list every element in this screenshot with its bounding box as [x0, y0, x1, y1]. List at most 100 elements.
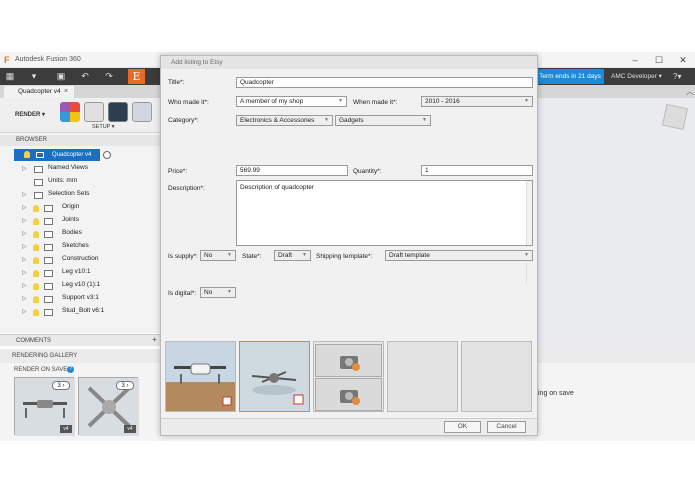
data-panel-grid-icon[interactable]: ▦: [4, 71, 16, 82]
visibility-bulb-icon[interactable]: [33, 283, 39, 290]
subcategory-select[interactable]: Gadgets ▼: [335, 115, 431, 126]
category-label: Category*:: [168, 117, 199, 124]
save-icon[interactable]: ▣: [55, 71, 67, 82]
file-menu-icon[interactable]: ▾: [28, 71, 40, 82]
category-select[interactable]: Electronics & Accessories ▼: [236, 115, 333, 126]
expand-arrow-icon[interactable]: ▷: [22, 241, 27, 254]
component-icon: [44, 270, 53, 277]
tree-item-label: Units: mm: [48, 177, 78, 184]
tree-item[interactable]: ▷ Leg v10:1: [0, 267, 160, 280]
empty-photo-slot[interactable]: [461, 341, 532, 412]
state-select[interactable]: Draft ▼: [274, 250, 311, 261]
price-label: Price*:: [168, 168, 188, 175]
appearance-icon[interactable]: [60, 102, 80, 122]
empty-photo-slot[interactable]: [387, 341, 458, 412]
description-textarea[interactable]: Description of quadcopter: [236, 180, 533, 246]
shipping-template-select[interactable]: Draft template ▼: [385, 250, 533, 261]
add-photo-from-computer-button[interactable]: [315, 344, 382, 377]
add-photo-from-gallery-button[interactable]: [315, 378, 382, 411]
add-comment-icon[interactable]: +: [152, 335, 157, 345]
info-icon[interactable]: ?: [67, 366, 74, 373]
drone-photo-image: [166, 342, 235, 411]
visibility-bulb-icon[interactable]: [33, 270, 39, 277]
visibility-bulb-icon[interactable]: [33, 309, 39, 316]
quantity-input[interactable]: 1: [421, 165, 533, 176]
visibility-bulb-icon[interactable]: [33, 231, 39, 238]
close-window-button[interactable]: ✕: [676, 54, 690, 66]
close-tab-icon[interactable]: ×: [64, 86, 68, 98]
visibility-bulb-icon[interactable]: [33, 296, 39, 303]
tree-item[interactable]: ▷ Construction: [0, 254, 160, 267]
supply-select[interactable]: No ▼: [200, 250, 236, 261]
activate-radio[interactable]: [103, 151, 111, 159]
expand-arrow-icon[interactable]: ▷: [22, 189, 27, 202]
price-input[interactable]: 569.99: [236, 165, 348, 176]
maximize-button[interactable]: ☐: [652, 54, 666, 66]
visibility-bulb-icon[interactable]: [24, 151, 30, 158]
tree-item[interactable]: ▷ Sketches: [0, 241, 160, 254]
expand-arrow-icon[interactable]: ▷: [22, 306, 27, 319]
user-menu[interactable]: AMC Developer ▾: [611, 69, 662, 84]
redo-icon[interactable]: ↷: [103, 71, 115, 82]
expand-arrow-icon[interactable]: ▷: [22, 280, 27, 293]
expand-arrow-icon[interactable]: ▷: [22, 267, 27, 280]
expand-arrow-icon[interactable]: ▷: [22, 202, 27, 215]
dialog-title: Add listing to Etsy: [161, 56, 537, 69]
tree-item[interactable]: ▷ Origin: [0, 202, 160, 215]
viewcube-icon[interactable]: [661, 103, 689, 131]
when-made-select[interactable]: 2010 - 2016 ▼: [421, 96, 533, 107]
chevron-up-icon[interactable]: ︿: [686, 86, 694, 97]
browser-header[interactable]: BROWSER: [0, 135, 160, 146]
tree-item[interactable]: ▷ Leg v10 (1):1: [0, 280, 160, 293]
chevron-down-icon: ▼: [324, 117, 329, 123]
tree-item[interactable]: ▷ Bodies: [0, 228, 160, 241]
tree-item[interactable]: ▷ Support v3:1: [0, 293, 160, 306]
expand-arrow-icon[interactable]: ▷: [22, 293, 27, 306]
chevron-down-icon: ▼: [302, 252, 307, 258]
setup-menu[interactable]: SETUP ▾: [92, 124, 115, 130]
expand-arrow-icon[interactable]: ▷: [22, 163, 27, 176]
term-badge[interactable]: Term ends in 21 days: [536, 69, 604, 84]
tree-item[interactable]: Units: mm: [0, 176, 160, 189]
comments-panel-header[interactable]: COMMENTS: [0, 334, 160, 346]
expand-arrow-icon[interactable]: ▷: [22, 228, 27, 241]
minimize-button[interactable]: –: [628, 54, 642, 66]
tree-item[interactable]: ▷ Selection Sets: [0, 189, 160, 202]
folder-icon: [44, 244, 53, 251]
workspace-dropdown[interactable]: RENDER ▾: [8, 100, 52, 130]
category-value: Electronics & Accessories: [240, 117, 315, 124]
expand-arrow-icon[interactable]: ▷: [22, 254, 27, 267]
form-scrollbar[interactable]: [526, 262, 532, 284]
tree-item-label: Origin: [62, 203, 80, 210]
render-count-badge[interactable]: 3 ›: [116, 381, 134, 390]
render-count-badge[interactable]: 3 ›: [52, 381, 70, 390]
listing-photo[interactable]: [165, 341, 236, 412]
description-scrollbar[interactable]: [526, 181, 532, 245]
help-menu-icon[interactable]: ?▾: [673, 69, 681, 84]
visibility-bulb-icon[interactable]: [33, 218, 39, 225]
component-icon: [44, 296, 53, 303]
scene-settings-icon[interactable]: [84, 102, 104, 122]
listing-photo-selected[interactable]: [239, 341, 310, 412]
expand-arrow-icon[interactable]: ▷: [22, 215, 27, 228]
visibility-bulb-icon[interactable]: [33, 257, 39, 264]
visibility-bulb-icon[interactable]: [33, 244, 39, 251]
title-input[interactable]: Quadcopter: [236, 77, 533, 88]
visibility-bulb-icon[interactable]: [33, 205, 39, 212]
who-made-select[interactable]: A member of my shop ▼: [236, 96, 347, 107]
tree-item[interactable]: ▷ Joints: [0, 215, 160, 228]
ok-button[interactable]: OK: [444, 421, 481, 433]
undo-icon[interactable]: ↶: [79, 71, 91, 82]
tree-item[interactable]: ▷ Stud_Bolt v6:1: [0, 306, 160, 319]
title-label: Title*:: [168, 79, 185, 86]
app-title: Autodesk Fusion 360: [15, 56, 81, 63]
cancel-button[interactable]: Cancel: [487, 421, 526, 433]
texture-map-icon[interactable]: [108, 102, 128, 122]
decal-icon[interactable]: [132, 102, 152, 122]
camera-add-icon: [340, 356, 360, 371]
folder-icon: [44, 205, 53, 212]
design-viewport[interactable]: [538, 98, 695, 349]
digital-select[interactable]: No ▼: [200, 287, 236, 298]
tree-item[interactable]: ▷ Named Views: [0, 163, 160, 176]
etsy-addin-button[interactable]: E: [128, 69, 145, 84]
